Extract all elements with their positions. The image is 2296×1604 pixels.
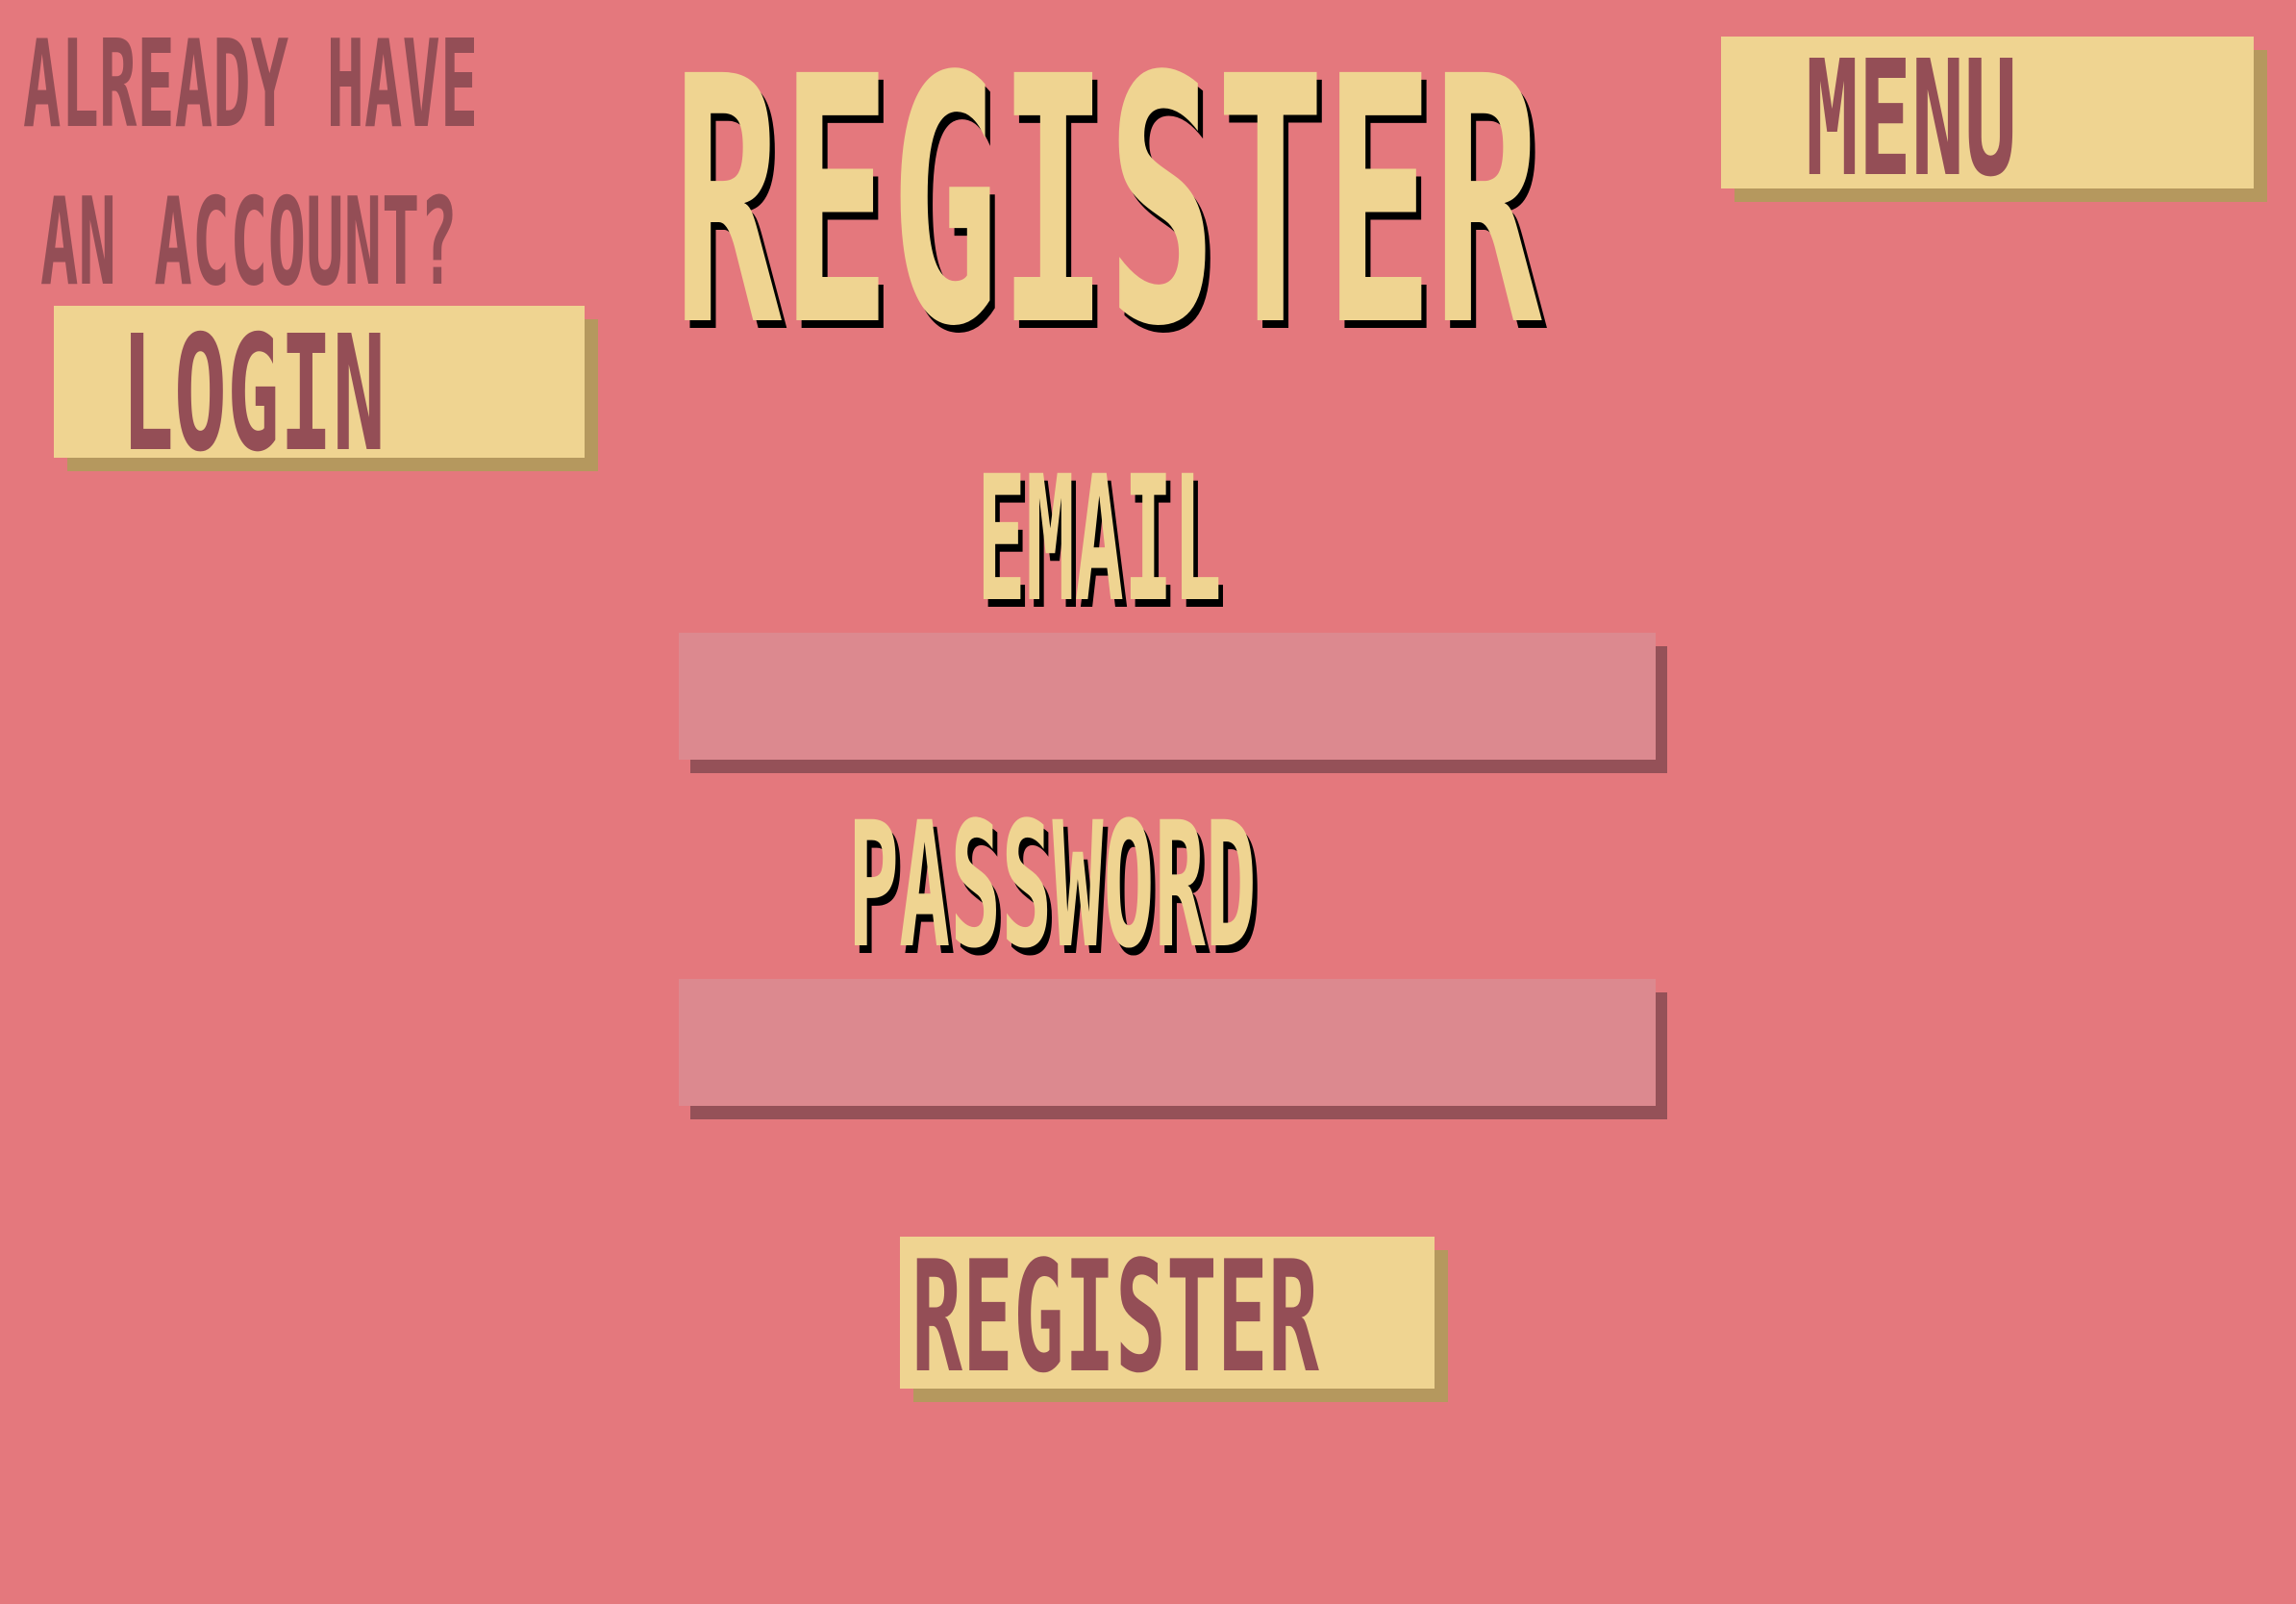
page-title: REGISTER <box>673 5 1542 401</box>
email-field[interactable] <box>679 633 1656 760</box>
email-label: EMAIL <box>977 439 1222 640</box>
login-prompt-text-2: AN ACCOUNT? <box>40 171 458 313</box>
register-button-label: REGISTER <box>911 1237 1319 1390</box>
menu-button-label: MENU <box>1806 37 2017 189</box>
login-prompt-text-1: ALREADY HAVE <box>23 13 479 155</box>
login-button[interactable]: LOGIN <box>54 306 585 458</box>
register-submit-button[interactable]: REGISTER <box>900 1237 1435 1389</box>
password-field[interactable] <box>679 979 1656 1106</box>
login-button-label: LOGIN <box>121 306 386 459</box>
menu-button[interactable]: MENU <box>1721 37 2254 188</box>
password-label: PASSWORD <box>848 786 1257 987</box>
